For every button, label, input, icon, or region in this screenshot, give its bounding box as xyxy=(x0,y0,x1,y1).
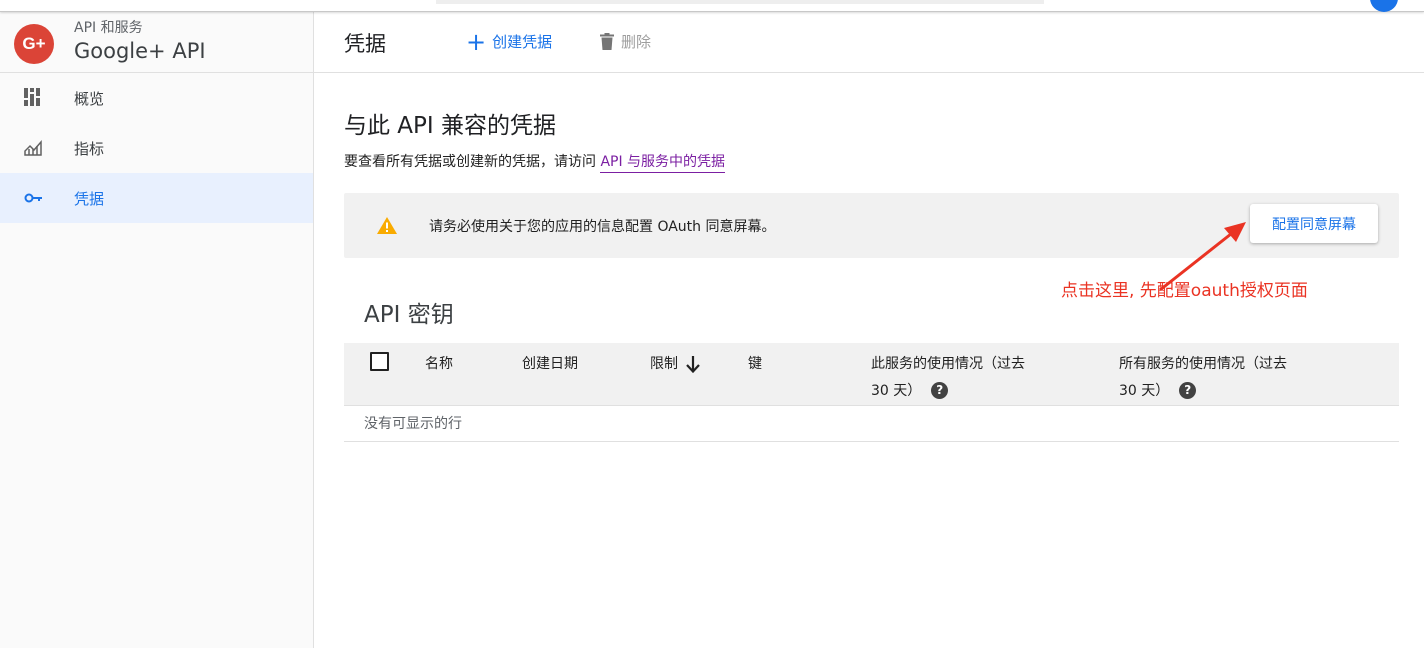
column-header-usage-all[interactable]: 所有服务的使用情况（过去 30 天）? xyxy=(1119,351,1329,405)
column-header-label-line2: 30 天）? xyxy=(871,378,1071,405)
annotation-text: 点击这里, 先配置oauth授权页面 xyxy=(1061,281,1308,301)
column-header-label-line2: 30 天）? xyxy=(1119,378,1329,405)
plus-icon: + xyxy=(466,27,487,56)
page-header: 凭据 + 创建凭据 删除 xyxy=(314,12,1424,73)
sidebar-item-label: 凭据 xyxy=(74,189,105,208)
sidebar-brand: G+ API 和服务 Google+ API xyxy=(0,12,313,73)
create-credentials-button[interactable]: + 创建凭据 xyxy=(466,27,553,56)
description-text: 要查看所有凭据或创建新的凭据，请访问 xyxy=(344,154,601,170)
page-title: 凭据 xyxy=(344,32,386,56)
brand-title: Google+ API xyxy=(74,39,206,63)
help-icon[interactable]: ? xyxy=(1179,381,1197,399)
configure-consent-screen-button[interactable]: 配置同意屏幕 xyxy=(1250,204,1378,243)
arrow-down-icon xyxy=(686,356,700,373)
top-bar xyxy=(0,0,1424,12)
create-credentials-label: 创建凭据 xyxy=(492,33,553,51)
section-description: 要查看所有凭据或创建新的凭据，请访问 API 与服务中的凭据 xyxy=(344,151,726,173)
warning-text: 请务必使用关于您的应用的信息配置 OAuth 同意屏幕。 xyxy=(429,219,776,235)
metrics-icon xyxy=(24,138,44,158)
empty-table-message: 没有可显示的行 xyxy=(344,406,1399,442)
sidebar-item-overview[interactable]: 概览 xyxy=(0,73,313,123)
sidebar-item-label: 概览 xyxy=(74,89,105,108)
sidebar-item-metrics[interactable]: 指标 xyxy=(0,123,313,173)
credentials-link[interactable]: API 与服务中的凭据 xyxy=(600,154,726,173)
column-header-limit[interactable]: 限制 xyxy=(650,351,700,378)
brand-subtitle: API 和服务 xyxy=(74,20,143,36)
column-header-label: 所有服务的使用情况（过去 xyxy=(1119,356,1287,372)
column-header-label: 此服务的使用情况（过去 xyxy=(871,356,1025,372)
api-keys-title: API 密钥 xyxy=(364,302,454,328)
column-header-label: 30 天） xyxy=(871,383,922,399)
top-search-field[interactable] xyxy=(436,0,1044,4)
sidebar-item-credentials[interactable]: 凭据 xyxy=(0,173,313,223)
delete-button[interactable]: 删除 xyxy=(600,31,651,52)
api-keys-table-header: 名称 创建日期 限制 键 此服务的使用情况（过去 30 天）? 所有服务的使用情… xyxy=(344,343,1399,406)
delete-label: 删除 xyxy=(621,33,652,51)
sidebar-item-label: 指标 xyxy=(74,139,105,158)
dashboard-icon xyxy=(24,88,44,108)
key-icon xyxy=(24,188,44,208)
column-header-name[interactable]: 名称 xyxy=(425,351,453,378)
avatar[interactable] xyxy=(1370,0,1398,12)
column-header-key[interactable]: 键 xyxy=(748,351,762,378)
section-title: 与此 API 兼容的凭据 xyxy=(344,113,557,139)
warning-icon xyxy=(377,217,397,238)
trash-icon xyxy=(600,33,614,50)
google-plus-logo-icon: G+ xyxy=(14,24,54,64)
help-icon[interactable]: ? xyxy=(931,381,949,399)
column-header-usage-service[interactable]: 此服务的使用情况（过去 30 天）? xyxy=(871,351,1071,405)
column-header-label: 限制 xyxy=(650,356,678,372)
column-header-label: 30 天） xyxy=(1119,383,1170,399)
column-header-created[interactable]: 创建日期 xyxy=(522,351,578,378)
select-all-checkbox[interactable] xyxy=(370,352,389,371)
sidebar: G+ API 和服务 Google+ API 概览 指标 凭据 xyxy=(0,12,314,648)
